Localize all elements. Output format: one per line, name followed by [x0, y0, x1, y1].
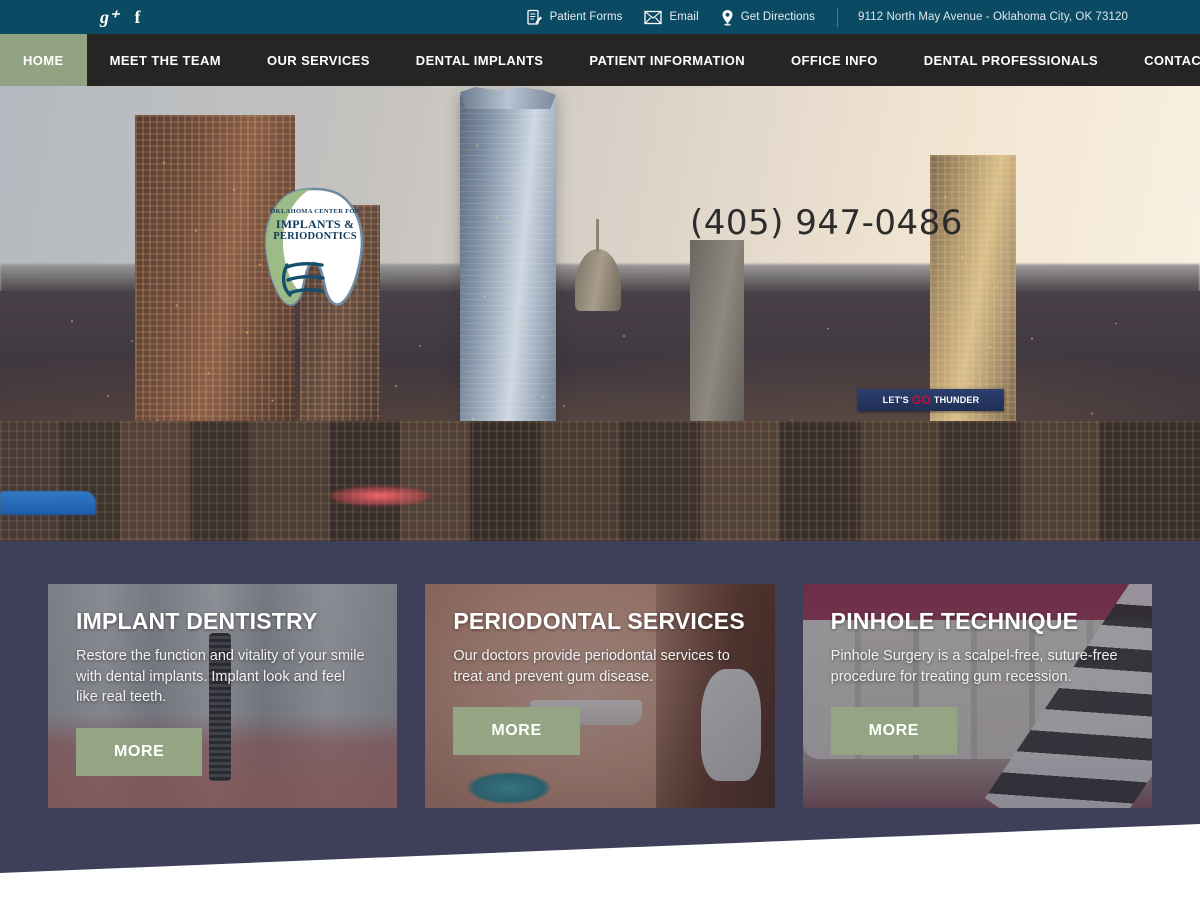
card-title: PERIODONTAL SERVICES [453, 608, 745, 634]
nav-item-patient-information[interactable]: PATIENT INFORMATION [566, 34, 768, 86]
nav-item-home[interactable]: HOME [0, 34, 87, 86]
top-utility-bar: g⁺ f Patient Forms Email Get Directions … [0, 0, 1200, 34]
billboard-accent: GO [911, 393, 931, 407]
service-card-periodontal-services[interactable]: PERIODONTAL SERVICES Our doctors provide… [425, 584, 775, 808]
card-description: Pinhole Surgery is a scalpel-free, sutur… [830, 648, 1118, 685]
logo-line-2: IMPLANTS & [275, 216, 355, 231]
nav-item-our-services[interactable]: OUR SERVICES [244, 34, 393, 86]
email-link[interactable]: Email [644, 10, 699, 25]
card-content: PERIODONTAL SERVICES Our doctors provide… [425, 584, 774, 808]
utility-links: Patient Forms Email Get Directions 9112 … [526, 7, 1128, 27]
nav-item-meet-the-team[interactable]: MEET THE TEAM [87, 34, 244, 86]
map-pin-icon [721, 9, 734, 26]
nav-item-contact-us[interactable]: CONTACT US [1121, 34, 1200, 86]
nav-item-dental-implants[interactable]: DENTAL IMPLANTS [393, 34, 567, 86]
nav-item-office-info[interactable]: OFFICE INFO [768, 34, 901, 86]
billboard-pre: LET'S [882, 395, 909, 405]
service-cards: IMPLANT DENTISTRY Restore the function a… [0, 584, 1200, 808]
lets-go-thunder-billboard: LET'S GO THUNDER [858, 389, 1004, 411]
facebook-icon[interactable]: f [135, 8, 141, 26]
utility-divider [837, 7, 839, 27]
glass-tower-crown [460, 87, 556, 109]
tower-lit-windows [460, 95, 556, 455]
phone-number[interactable]: (405) 947-0486 [690, 203, 963, 243]
service-card-pinhole-technique[interactable]: PINHOLE TECHNIQUE Pinhole Surgery is a s… [802, 584, 1152, 808]
get-directions-label: Get Directions [740, 11, 816, 23]
card-content: IMPLANT DENTISTRY Restore the function a… [48, 584, 397, 808]
logo-line-1: OKLAHOMA CENTER FOR [270, 208, 360, 215]
patient-forms-link[interactable]: Patient Forms [526, 9, 623, 26]
skyline-glass-tower [460, 95, 556, 455]
pink-lit-rooftop [330, 486, 430, 506]
more-button-pinhole-technique[interactable]: MORE [830, 707, 958, 756]
card-title: IMPLANT DENTISTRY [76, 608, 318, 634]
email-label: Email [669, 11, 699, 23]
nav-item-dental-professionals[interactable]: DENTAL PROFESSIONALS [901, 34, 1121, 86]
office-address: 9112 North May Avenue - Oklahoma City, O… [858, 11, 1128, 23]
google-plus-icon[interactable]: g⁺ [100, 8, 119, 26]
card-title: PINHOLE TECHNIQUE [830, 608, 1079, 634]
social-links: g⁺ f [100, 8, 141, 26]
tooth-logo-shape [264, 187, 364, 306]
get-directions-link[interactable]: Get Directions [721, 9, 815, 26]
practice-logo[interactable]: OKLAHOMA CENTER FOR IMPLANTS & PERIODONT… [244, 183, 384, 311]
main-navigation: HOME MEET THE TEAM OUR SERVICES DENTAL I… [0, 34, 1200, 86]
service-card-implant-dentistry[interactable]: IMPLANT DENTISTRY Restore the function a… [48, 584, 398, 808]
card-content: PINHOLE TECHNIQUE Pinhole Surgery is a s… [803, 584, 1152, 808]
skyline-low-rise-blocks [0, 421, 1200, 541]
logo-line-3: PERIODONTICS [273, 230, 357, 242]
card-description: Our doctors provide periodontal services… [453, 648, 730, 685]
patient-forms-icon [526, 9, 543, 26]
hero-banner: LET'S GO THUNDER OKLAHOMA CENTER FOR IMP… [0, 86, 1200, 541]
patient-forms-label: Patient Forms [549, 11, 623, 23]
page-root: g⁺ f Patient Forms Email Get Directions … [0, 0, 1200, 900]
blue-neon-sign [0, 491, 96, 515]
billboard-post: THUNDER [933, 395, 980, 405]
skyline-dome-spire [596, 219, 599, 253]
more-button-implant-dentistry[interactable]: MORE [76, 728, 203, 777]
logo-text-block: OKLAHOMA CENTER FOR IMPLANTS & PERIODONT… [254, 208, 376, 242]
more-button-periodontal-services[interactable]: MORE [453, 707, 580, 756]
envelope-icon [644, 10, 663, 25]
card-description: Restore the function and vitality of you… [76, 648, 365, 706]
